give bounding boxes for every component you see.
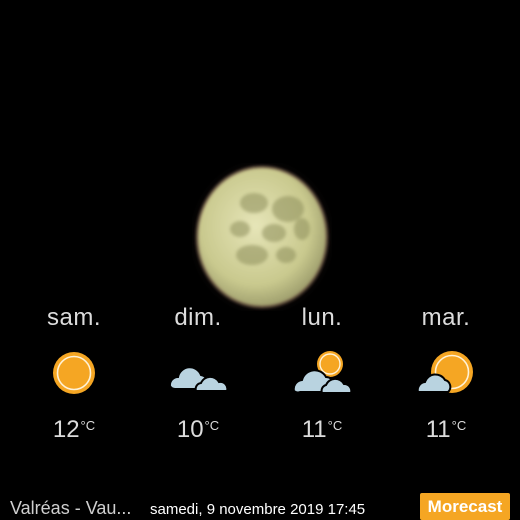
day-label: dim.	[174, 304, 222, 331]
day-label: lun.	[301, 304, 343, 331]
sun-icon	[53, 352, 95, 394]
moon-image	[195, 165, 329, 309]
location-label[interactable]: Valréas - Vau...	[10, 498, 131, 519]
sun-cloud-icon	[416, 351, 473, 393]
forecast-day-2[interactable]: dim. 10°C	[138, 300, 258, 450]
temperature: 10°C	[176, 416, 220, 443]
cloud-sun-icon	[292, 351, 352, 394]
temperature: 11°C	[425, 416, 467, 443]
forecast-row: sam. 12°C dim. 10°C lun. 11°C mar. 11°C	[0, 300, 520, 450]
temperature: 12°C	[52, 416, 96, 443]
forecast-day-3[interactable]: lun. 11°C	[262, 300, 382, 450]
datetime-label: samedi, 9 novembre 2019 17:45	[150, 501, 366, 518]
cloud-icon	[168, 366, 228, 392]
day-label: sam.	[46, 304, 101, 331]
forecast-day-1[interactable]: sam. 12°C	[14, 300, 134, 450]
morecast-button[interactable]: Morecast	[420, 493, 510, 520]
forecast-day-4[interactable]: mar. 11°C	[386, 300, 506, 450]
temperature: 11°C	[301, 416, 343, 443]
footer-bar: Valréas - Vau... samedi, 9 novembre 2019…	[0, 490, 520, 520]
day-label: mar.	[421, 304, 471, 331]
